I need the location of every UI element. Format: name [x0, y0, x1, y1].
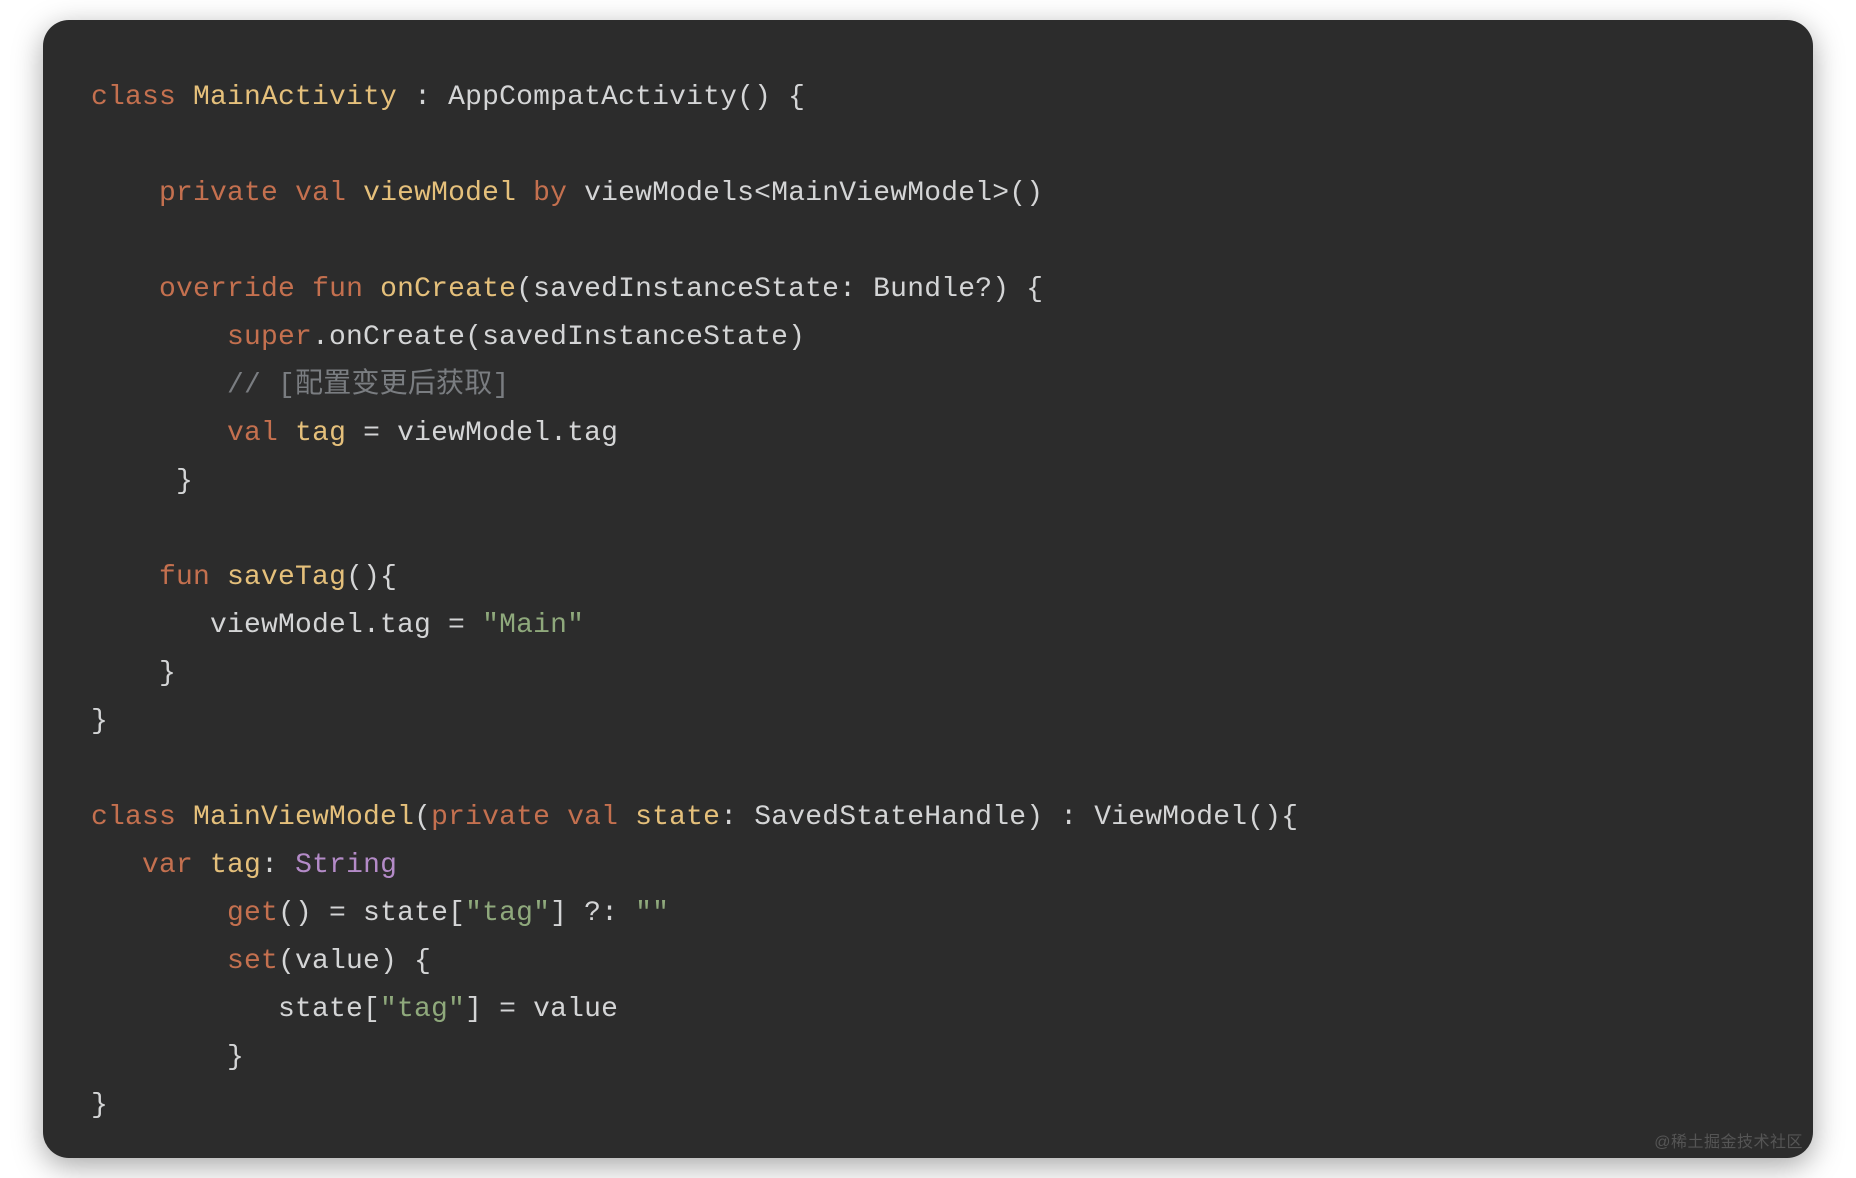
- code-token: [91, 946, 227, 977]
- code-token: (: [414, 802, 431, 833]
- code-token: (value) {: [278, 946, 431, 977]
- code-line: override fun onCreate(savedInstanceState…: [91, 274, 1043, 305]
- code-line: class MainViewModel(private val state: S…: [91, 802, 1298, 833]
- code-token: override: [159, 274, 295, 305]
- code-token: [278, 418, 295, 449]
- code-token: // [配置变更后获取]: [227, 370, 509, 401]
- code-line: get() = state["tag"] ?: "": [91, 898, 669, 929]
- code-token: state: [635, 802, 720, 833]
- code-token: [516, 178, 533, 209]
- code-token: }: [91, 1090, 108, 1121]
- code-token: state[: [91, 994, 380, 1025]
- code-token: (savedInstanceState: Bundle?) {: [516, 274, 1043, 305]
- code-token: get: [227, 898, 278, 929]
- code-token: tag: [295, 418, 346, 449]
- code-token: [91, 322, 227, 353]
- code-token: [210, 562, 227, 593]
- code-token: viewModel: [363, 178, 516, 209]
- code-token: [295, 274, 312, 305]
- code-token: [91, 562, 159, 593]
- code-token: private: [159, 178, 278, 209]
- code-line: fun saveTag(){: [91, 562, 397, 593]
- code-token: tag: [210, 850, 261, 881]
- code-token: by: [533, 178, 567, 209]
- code-token: [363, 274, 380, 305]
- code-token: [91, 370, 227, 401]
- code-token: "Main": [482, 610, 584, 641]
- code-token: String: [295, 850, 397, 881]
- code-line: }: [91, 706, 108, 737]
- code-token: ] = value: [465, 994, 618, 1025]
- code-token: fun: [159, 562, 210, 593]
- code-token: val: [227, 418, 278, 449]
- code-token: "tag": [465, 898, 550, 929]
- code-line: val tag = viewModel.tag: [91, 418, 618, 449]
- stage: class MainActivity : AppCompatActivity()…: [0, 0, 1856, 1178]
- code-token: fun: [312, 274, 363, 305]
- code-token: [91, 418, 227, 449]
- code-line: }: [91, 466, 193, 497]
- code-token: :: [261, 850, 295, 881]
- code-token: [550, 802, 567, 833]
- code-token: .onCreate(savedInstanceState): [312, 322, 805, 353]
- code-line: private val viewModel by viewModels<Main…: [91, 178, 1043, 209]
- code-token: "tag": [380, 994, 465, 1025]
- code-token: }: [91, 658, 176, 689]
- code-token: val: [567, 802, 618, 833]
- code-token: [618, 802, 635, 833]
- code-token: : SavedStateHandle) : ViewModel(){: [720, 802, 1298, 833]
- code-line: set(value) {: [91, 946, 431, 977]
- code-token: onCreate: [380, 274, 516, 305]
- code-line: var tag: String: [91, 850, 397, 881]
- code-line: class MainActivity : AppCompatActivity()…: [91, 82, 805, 113]
- code-token: viewModels<MainViewModel>(): [567, 178, 1043, 209]
- code-token: class: [91, 82, 176, 113]
- code-line: }: [91, 1042, 244, 1073]
- code-token: [176, 82, 193, 113]
- code-token: [278, 178, 295, 209]
- code-token: (){: [346, 562, 397, 593]
- code-token: MainActivity: [193, 82, 397, 113]
- code-card: class MainActivity : AppCompatActivity()…: [43, 20, 1813, 1158]
- code-line: viewModel.tag = "Main": [91, 610, 584, 641]
- code-token: : AppCompatActivity() {: [397, 82, 805, 113]
- code-block: class MainActivity : AppCompatActivity()…: [43, 20, 1813, 1178]
- code-token: [176, 802, 193, 833]
- code-token: [91, 274, 159, 305]
- code-token: [346, 178, 363, 209]
- code-line: state["tag"] = value: [91, 994, 618, 1025]
- code-token: }: [91, 706, 108, 737]
- watermark: @稀土掘金技术社区: [1654, 1128, 1803, 1152]
- code-token: "": [635, 898, 669, 929]
- code-token: viewModel.tag =: [91, 610, 482, 641]
- code-token: () = state[: [278, 898, 465, 929]
- code-token: [91, 898, 227, 929]
- code-token: saveTag: [227, 562, 346, 593]
- code-token: ] ?:: [550, 898, 635, 929]
- code-token: set: [227, 946, 278, 977]
- code-line: }: [91, 1090, 108, 1121]
- code-line: // [配置变更后获取]: [91, 370, 509, 401]
- code-token: super: [227, 322, 312, 353]
- code-token: }: [91, 1042, 244, 1073]
- code-token: }: [91, 466, 193, 497]
- code-token: class: [91, 802, 176, 833]
- code-token: var: [142, 850, 193, 881]
- code-token: MainViewModel: [193, 802, 414, 833]
- code-token: = viewModel.tag: [346, 418, 618, 449]
- code-token: private: [431, 802, 550, 833]
- code-token: [193, 850, 210, 881]
- code-token: [91, 178, 159, 209]
- code-token: val: [295, 178, 346, 209]
- code-line: }: [91, 658, 176, 689]
- code-token: [91, 850, 142, 881]
- code-line: super.onCreate(savedInstanceState): [91, 322, 805, 353]
